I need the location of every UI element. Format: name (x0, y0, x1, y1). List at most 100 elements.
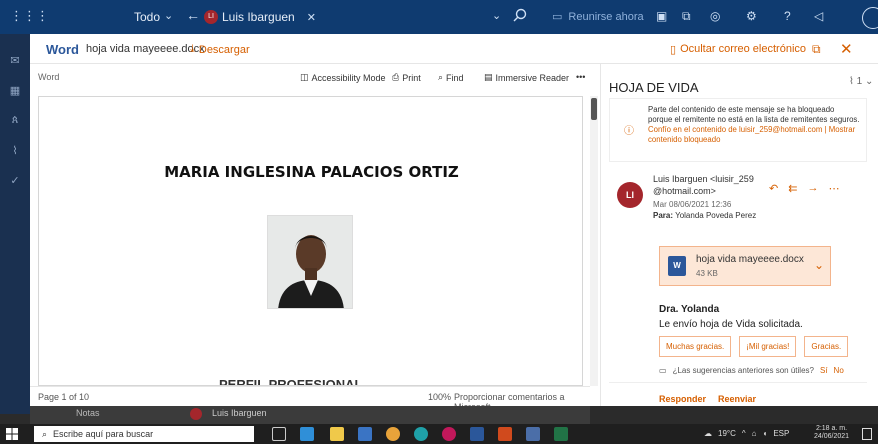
volume-icon[interactable]: ◖ (762, 429, 767, 438)
task-view-icon[interactable] (272, 427, 286, 441)
accessibility-label: Accessibility Mode (311, 72, 386, 83)
edge-legacy-icon[interactable] (300, 427, 314, 441)
search-icon: ⌕ (42, 428, 48, 439)
notes-folder-label[interactable]: Notas (76, 408, 100, 418)
search-chip-name: Luis Ibarguen (222, 10, 295, 24)
chevron-down-icon[interactable]: ⌄ (492, 9, 501, 22)
store-icon[interactable] (358, 427, 372, 441)
sent-date: Mar 08/06/2021 12:36 (653, 200, 732, 209)
search-scope-label[interactable]: Todo (134, 10, 160, 24)
file-explorer-icon[interactable] (330, 427, 344, 441)
reading-pane: HOJA DE VIDA ⌇ 1 ⌄ ⓘ Parte del contenido… (600, 64, 878, 406)
opera-icon[interactable] (442, 427, 456, 441)
scrollbar-thumb[interactable] (591, 98, 597, 120)
body-greeting: Dra. Yolanda (659, 304, 720, 315)
suggestions-yes-button[interactable]: Sí (820, 366, 828, 375)
document-page[interactable]: MARIA INGLESINA PALACIOS ORTIZ PERFIL PR… (38, 96, 583, 386)
page-indicator: Page 1 of 10 (38, 392, 90, 402)
quick-reply-button[interactable]: Gracias. (804, 336, 849, 357)
bell-icon[interactable]: ◎ (710, 9, 720, 23)
powerpoint-icon[interactable] (498, 427, 512, 441)
to-label: Para: (653, 211, 674, 220)
taskbar-search-placeholder: Escribe aquí para buscar (53, 429, 154, 439)
back-arrow-icon[interactable]: ← (186, 7, 200, 23)
chevron-up-icon[interactable]: ^ (742, 429, 746, 438)
close-icon[interactable]: ✕ (840, 40, 853, 58)
weather-icon[interactable]: ☁ (704, 429, 712, 438)
background-message-list: Notas Luis Ibarguen (30, 406, 590, 424)
word-file-icon: W (668, 256, 686, 276)
download-icon: ⤓ (190, 43, 195, 55)
trust-sender-link[interactable]: Confío en el contenido de luisir_259@hot… (648, 125, 822, 134)
onenote-icon[interactable]: ▣ (656, 9, 667, 23)
calculator-icon[interactable] (526, 427, 540, 441)
forward-button[interactable]: Reenviar (718, 394, 756, 404)
list-item-sender[interactable]: Luis Ibarguen (212, 408, 267, 418)
attachment-name: hoja vida mayeeee.docx (696, 254, 804, 265)
zoom-level[interactable]: 100% (428, 392, 451, 402)
windows-start-icon[interactable] (6, 428, 18, 440)
print-button[interactable]: ⎙ Print (392, 72, 421, 83)
edge-icon[interactable] (414, 427, 428, 441)
immersive-reader-button[interactable]: ▤ Immersive Reader (484, 72, 569, 83)
mail-icon[interactable]: ✉ (7, 54, 23, 67)
quick-replies: Muchas gracias. ¡Mil gracias! Gracias. (659, 336, 849, 357)
suggestions-no-button[interactable]: No (834, 366, 844, 375)
notification-icon[interactable] (862, 428, 872, 440)
chevron-down-icon[interactable]: ⌄ (814, 258, 824, 272)
popout-icon[interactable]: ⧉ (812, 42, 821, 57)
reply-actions: Responder Reenviar (659, 394, 756, 404)
search-person-chip[interactable]: LI Luis Ibarguen ✕ (204, 8, 316, 26)
help-icon[interactable]: ? (784, 9, 791, 23)
attachment-size: 43 KB (696, 269, 718, 278)
chrome-icon[interactable] (386, 427, 400, 441)
language-indicator[interactable]: ESP (773, 429, 789, 438)
warning-icon: ⓘ (624, 126, 634, 137)
word-icon[interactable] (470, 427, 484, 441)
attachment-card[interactable]: W hoja vida mayeeee.docx 43 KB ⌄ (659, 246, 831, 286)
more-options-icon[interactable]: ••• (576, 72, 585, 82)
system-tray: ☁ 19°C ^ ⌂ ◖ ESP (704, 429, 789, 438)
paperclip-icon: ⌇ (849, 76, 854, 87)
app-launcher-icon[interactable]: ⋮⋮⋮ (10, 9, 49, 23)
reply-icon[interactable]: ↶ (769, 182, 778, 195)
avatar[interactable]: LI (617, 182, 643, 208)
recipient-name[interactable]: Yolanda Poveda Perez (675, 211, 756, 220)
profile-photo (267, 215, 353, 309)
document-section-title: PERFIL PROFESIONAL (219, 377, 363, 386)
quick-reply-button[interactable]: Muchas gracias. (659, 336, 732, 357)
excel-icon[interactable] (554, 427, 568, 441)
accessibility-icon: ◫ (300, 72, 309, 82)
meet-now-button[interactable]: ▭ Reunirse ahora (552, 10, 644, 24)
gear-icon[interactable]: ⚙ (746, 9, 757, 23)
quick-reply-button[interactable]: ¡Mil gracias! (739, 336, 797, 357)
windows-taskbar: ⌕ Escribe aquí para buscar ☁ 19°C ^ ⌂ ◖ … (0, 424, 878, 444)
sender-name[interactable]: Luis Ibarguen <luisir_259 @hotmail.com> (653, 174, 765, 197)
taskbar-search-box[interactable]: ⌕ Escribe aquí para buscar (34, 426, 254, 442)
close-icon[interactable]: ✕ (307, 11, 316, 24)
accessibility-mode-button[interactable]: ◫ Accessibility Mode (300, 72, 386, 83)
attachment-count[interactable]: ⌇ 1 ⌄ (849, 76, 873, 87)
download-button[interactable]: ⤓ Descargar (190, 43, 250, 56)
search-icon[interactable] (512, 7, 528, 23)
profile-avatar[interactable] (862, 7, 878, 29)
network-icon[interactable]: ⌂ (752, 429, 757, 438)
teams-icon[interactable]: ⧉ (682, 9, 691, 24)
reply-button[interactable]: Responder (659, 394, 706, 404)
chevron-down-icon[interactable]: ⌄ (164, 9, 173, 22)
attachment-viewer: Word hoja vida mayeeee.docx ⤓ Descargar … (30, 34, 878, 412)
search-icon: ⌕ (438, 72, 444, 82)
feedback-icon[interactable]: ◁ (814, 9, 823, 23)
reply-all-icon[interactable]: ⇇ (788, 182, 797, 195)
forward-icon[interactable]: → (807, 182, 818, 195)
calendar-icon[interactable]: ▦ (7, 84, 23, 97)
more-options-icon[interactable]: ⋯ (828, 182, 839, 195)
document-scrollbar[interactable] (590, 96, 598, 386)
hide-email-button[interactable]: ▯ Ocultar correo electrónico (670, 43, 806, 56)
paperclip-icon[interactable]: ⌇ (7, 144, 23, 157)
people-icon[interactable]: ጰ (7, 114, 23, 126)
find-button[interactable]: ⌕ Find (438, 72, 464, 83)
clock[interactable]: 2:18 a. m. 24/06/2021 (814, 425, 849, 442)
weather-temperature[interactable]: 19°C (718, 429, 736, 438)
todo-icon[interactable]: ✓ (7, 174, 23, 187)
